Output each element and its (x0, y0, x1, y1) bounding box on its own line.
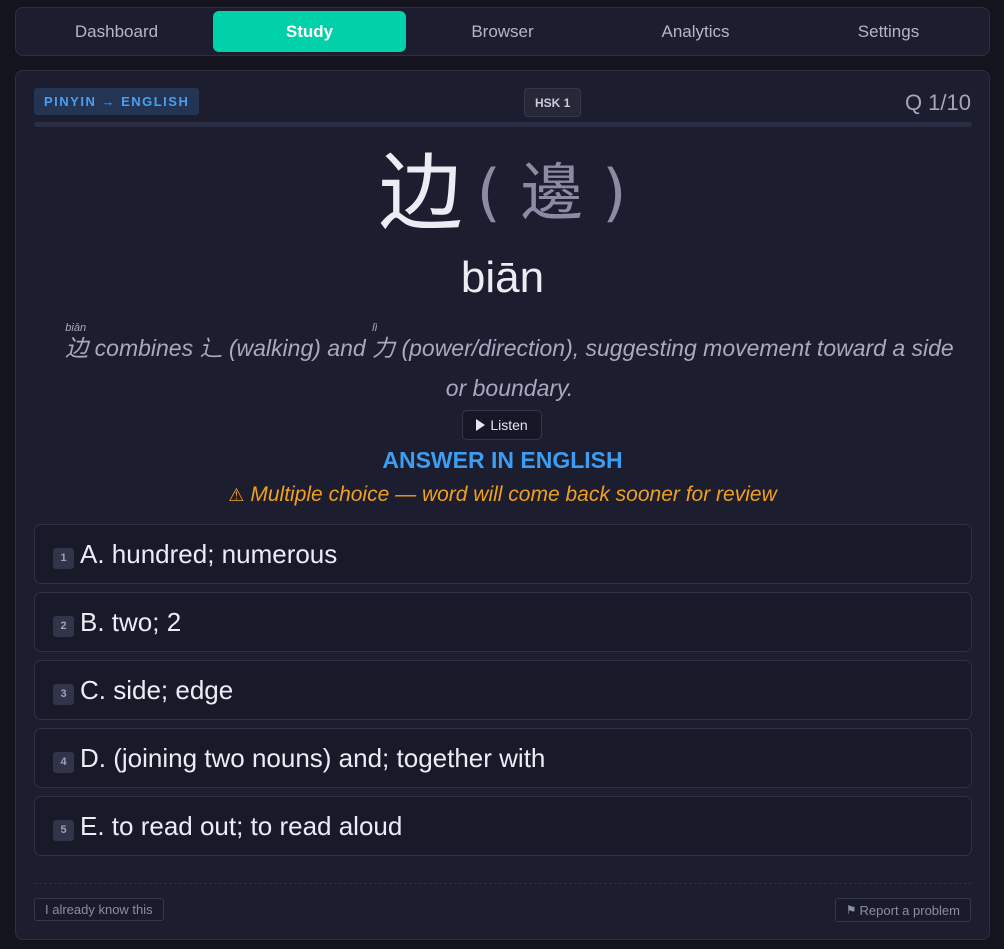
report-label: Report a problem (859, 902, 960, 918)
mnemonic-segment: (walking) and (222, 335, 373, 361)
mnemonic-text: biān 边 combines 辶 (walking) and lì 力 (powe… (52, 322, 967, 408)
study-card: PINYIN → ENGLISH HSK 1 Q 1/10 边 ( 邊 ) bi… (15, 70, 990, 940)
mnemonic-radical: 辶 (199, 336, 223, 362)
tab-analytics[interactable]: Analytics (599, 11, 792, 52)
answer-option-c[interactable]: 3 C. side; edge (34, 660, 972, 720)
ruby-pinyin: biān (65, 322, 87, 334)
mnemonic-segment: combines (88, 335, 200, 361)
top-navigation: Dashboard Study Browser Analytics Settin… (15, 7, 990, 56)
hsk-level-badge: HSK 1 (524, 88, 582, 117)
question-counter: Q 1/10 (904, 90, 971, 115)
traditional-character: ( 邊 ) (476, 156, 627, 229)
tab-browser[interactable]: Browser (406, 11, 599, 52)
shortcut-key: 3 (53, 683, 74, 705)
listen-label: Listen (490, 417, 528, 433)
option-text: B. two; 2 (80, 606, 182, 637)
shortcut-key: 5 (53, 819, 74, 841)
answer-option-e[interactable]: 5 E. to read out; to read aloud (34, 796, 972, 856)
answer-option-b[interactable]: 2 B. two; 2 (34, 592, 972, 652)
flag-icon: ⚑ (845, 903, 857, 917)
tab-settings[interactable]: Settings (792, 11, 985, 52)
answer-option-d[interactable]: 4 D. (joining two nouns) and; together w… (34, 728, 972, 788)
ruby-pinyin: lì (372, 322, 378, 334)
warning-text: Multiple choice — word will come back so… (250, 483, 777, 506)
progress-bar (34, 122, 972, 127)
hanzi-display: 边 ( 邊 ) (16, 151, 989, 235)
listen-button[interactable]: Listen (462, 410, 542, 440)
footer-divider (34, 883, 972, 884)
answer-option-a[interactable]: 1 A. hundred; numerous (34, 524, 972, 584)
mnemonic-char-annotated: lì 力 (372, 322, 395, 369)
option-text: E. to read out; to read aloud (80, 810, 403, 841)
shortcut-key: 1 (53, 547, 74, 569)
pinyin-reading: biān (460, 253, 545, 302)
mnemonic-char-annotated: biān 边 (65, 322, 88, 369)
answer-options: 1 A. hundred; numerous 2 B. two; 2 3 C. … (34, 524, 972, 864)
option-text: D. (joining two nouns) and; together wit… (80, 742, 546, 773)
mode-badge: PINYIN → ENGLISH (34, 88, 200, 115)
report-problem-button[interactable]: ⚑ Report a problem (834, 898, 971, 922)
answer-instruction: ANSWER IN ENGLISH (382, 447, 623, 473)
tab-study[interactable]: Study (213, 11, 406, 52)
already-know-button[interactable]: I already know this (34, 898, 164, 921)
shortcut-key: 4 (53, 751, 74, 773)
option-text: C. side; edge (80, 674, 234, 705)
warning-icon: ⚠ (228, 484, 245, 506)
simplified-character: 边 (378, 144, 463, 242)
mnemonic-segment: (power/direction), suggesting movement t… (395, 335, 954, 401)
option-text: A. hundred; numerous (80, 538, 338, 569)
play-icon (476, 419, 486, 431)
shortcut-key: 2 (53, 615, 74, 637)
tab-dashboard[interactable]: Dashboard (20, 11, 213, 52)
review-warning: ⚠ Multiple choice — word will come back … (16, 483, 989, 507)
